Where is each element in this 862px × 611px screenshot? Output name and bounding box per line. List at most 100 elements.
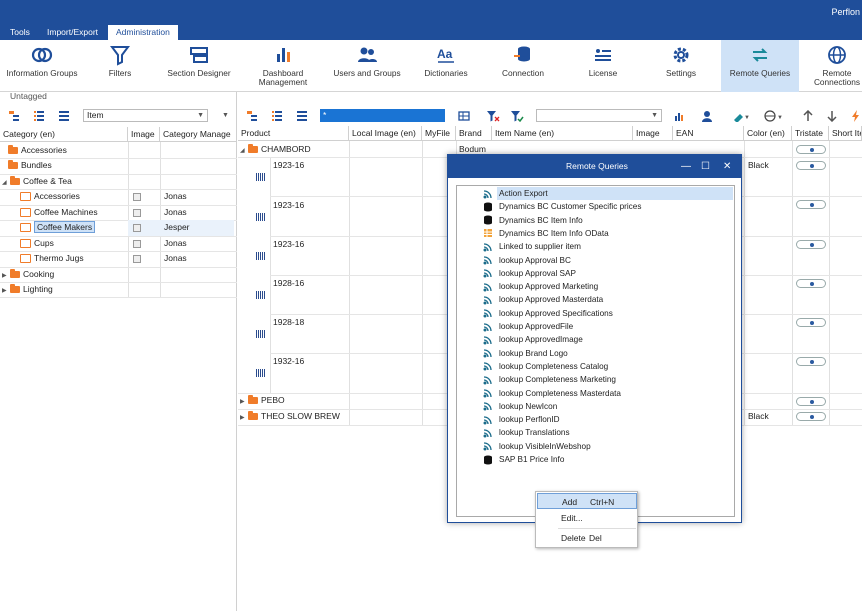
list-item[interactable]: lookup Completeness Marketing [499, 373, 616, 386]
chevron-down-icon[interactable]: ▼ [222, 112, 229, 119]
list-item[interactable]: Coffee Machines [20, 205, 128, 221]
tab-import-export[interactable]: Import/Export [39, 25, 106, 40]
close-icon[interactable]: ✕ [723, 155, 731, 178]
table-row[interactable]: ▶ THEO SLOW BREW [240, 409, 340, 425]
remote-connections-button[interactable]: Remote Connections [812, 40, 862, 92]
tab-tools[interactable]: Tools [2, 25, 38, 40]
settings-button[interactable]: Settings [655, 40, 707, 92]
list-item[interactable]: lookup Approved Masterdata [499, 293, 603, 306]
table-row[interactable]: 1928-16 [273, 276, 304, 292]
list-item[interactable]: lookup PerflonID [499, 413, 560, 426]
list-item[interactable]: Linked to supplier item [499, 240, 581, 253]
license-button[interactable]: License [575, 40, 631, 92]
maximize-icon[interactable]: ☐ [701, 155, 710, 178]
remote-queries-list[interactable]: Action Export Dynamics BC Customer Specif… [456, 185, 735, 517]
item-dropdown[interactable]: Item ▼ [83, 109, 208, 122]
list-item[interactable]: Cups [20, 236, 128, 252]
hierarchy-icon[interactable] [246, 110, 260, 124]
section-designer-button[interactable]: Section Designer [163, 40, 235, 92]
list-icon[interactable] [271, 110, 285, 124]
table-row[interactable]: 1923-16 [273, 158, 304, 174]
col-short-item[interactable]: Short Ite [829, 126, 862, 141]
view-dropdown[interactable]: ▼ [536, 109, 662, 122]
menu-item-add[interactable]: Add Ctrl+N [537, 493, 637, 509]
tristate-toggle[interactable] [796, 397, 826, 406]
list-item[interactable]: lookup Completeness Catalog [499, 360, 608, 373]
list-item[interactable]: lookup Translations [499, 426, 570, 439]
list-item[interactable]: lookup Approved Marketing [499, 280, 598, 293]
list-item[interactable]: lookup ApprovedImage [499, 333, 583, 346]
search-input[interactable]: * [320, 109, 445, 122]
tristate-toggle[interactable] [796, 412, 826, 421]
list-item[interactable]: Action Export [497, 187, 733, 201]
list-item[interactable]: lookup Approval SAP [499, 267, 576, 280]
col-image[interactable]: Image [633, 126, 673, 141]
list-item[interactable]: Bundles [8, 158, 128, 174]
tristate-toggle[interactable] [796, 200, 826, 209]
dictionaries-button[interactable]: Aa Dictionaries [418, 40, 474, 92]
list-item[interactable]: ◢ Coffee & Tea [2, 174, 128, 190]
col-item-name[interactable]: Item Name (en) [492, 126, 633, 141]
table-row[interactable]: ▶ PEBO [240, 393, 285, 409]
tristate-toggle[interactable] [796, 161, 826, 170]
col-category-manager[interactable]: Category Manage [160, 127, 237, 142]
list-item[interactable]: Thermo Jugs [20, 251, 128, 267]
user-settings-icon[interactable] [702, 110, 716, 124]
remote-queries-button[interactable]: Remote Queries [721, 40, 799, 92]
connection-button[interactable]: Connection [495, 40, 551, 92]
col-local-image[interactable]: Local Image (en) [349, 126, 422, 141]
tab-administration[interactable]: Administration [108, 25, 178, 40]
globe-icon[interactable]: ▼ [764, 110, 783, 124]
lightning-icon[interactable] [850, 110, 862, 124]
list-item[interactable]: Dynamics BC Item Info OData [499, 227, 609, 240]
minimize-icon[interactable]: — [681, 155, 691, 178]
dashboard-management-button[interactable]: Dashboard Management [248, 40, 318, 92]
list-item[interactable]: Accessories [20, 189, 128, 205]
list-item[interactable]: lookup ApprovedFile [499, 320, 573, 333]
table-row[interactable]: 1923-16 [273, 198, 304, 214]
table-row[interactable]: 1932-16 [273, 354, 304, 370]
col-category[interactable]: Category (en) [0, 127, 128, 142]
arrow-up-icon[interactable] [802, 109, 816, 124]
grid-icon[interactable] [458, 110, 472, 124]
paint-icon[interactable]: ▼ [732, 110, 750, 124]
columns-icon[interactable] [296, 110, 310, 124]
filter-clear-icon[interactable] [486, 110, 500, 124]
list-item[interactable]: lookup Brand Logo [499, 347, 568, 360]
list-icon[interactable] [33, 110, 47, 124]
list-item[interactable]: lookup Approved Specifications [499, 307, 613, 320]
table-row[interactable]: 1923-16 [273, 237, 304, 253]
list-item[interactable]: Accessories [8, 143, 128, 159]
list-item[interactable]: lookup Approval BC [499, 254, 571, 267]
filters-button[interactable]: Filters [90, 40, 150, 92]
table-row[interactable]: ◢ CHAMBORD [240, 142, 311, 158]
list-item-selected[interactable]: Coffee Makers [20, 220, 128, 236]
col-product[interactable]: Product [238, 126, 349, 141]
information-groups-button[interactable]: Information Groups [2, 40, 82, 92]
col-color[interactable]: Color (en) [744, 126, 792, 141]
hierarchy-icon[interactable] [8, 110, 22, 124]
list-item[interactable]: lookup Completeness Masterdata [499, 387, 621, 400]
chart-icon[interactable] [674, 110, 688, 124]
list-item[interactable]: lookup NewIcon [499, 400, 557, 413]
list-item[interactable]: ▶ Lighting [2, 282, 128, 298]
users-and-groups-button[interactable]: Users and Groups [330, 40, 404, 92]
list-item[interactable]: SAP B1 Price Info [499, 453, 564, 466]
arrow-down-icon[interactable] [826, 110, 840, 124]
col-tristate[interactable]: Tristate [792, 126, 829, 141]
menu-item-edit[interactable]: Edit... [537, 510, 637, 526]
tristate-toggle[interactable] [796, 145, 826, 154]
list-item[interactable]: Dynamics BC Customer Specific prices [499, 200, 641, 213]
list-item[interactable]: lookup VisibleInWebshop [499, 440, 591, 453]
tristate-toggle[interactable] [796, 357, 826, 366]
table-row[interactable]: 1928-18 [273, 315, 304, 331]
list-item[interactable]: ▶ Cooking [2, 267, 128, 283]
col-myfile[interactable]: MyFile [422, 126, 456, 141]
col-image[interactable]: Image [128, 127, 160, 142]
col-brand[interactable]: Brand [456, 126, 492, 141]
col-ean[interactable]: EAN [673, 126, 744, 141]
tristate-toggle[interactable] [796, 240, 826, 249]
tristate-toggle[interactable] [796, 318, 826, 327]
menu-item-delete[interactable]: Delete Del [537, 530, 637, 546]
tristate-toggle[interactable] [796, 279, 826, 288]
